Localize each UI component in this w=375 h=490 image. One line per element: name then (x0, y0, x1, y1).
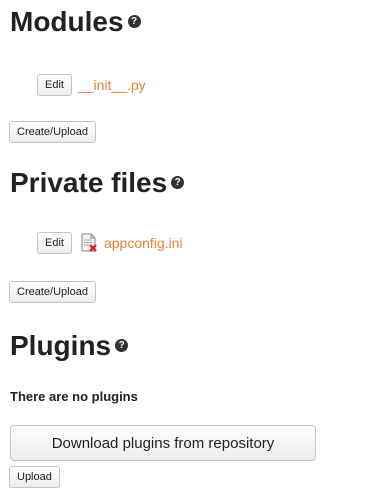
private-file-link[interactable]: appconfig.ini (104, 235, 183, 251)
edit-module-button[interactable]: Edit (37, 74, 72, 96)
document-delete-icon (81, 233, 97, 252)
private-files-heading: Private files? (10, 167, 185, 199)
question-circle-icon[interactable]: ? (127, 15, 141, 29)
no-plugins-text: There are no plugins (10, 389, 138, 404)
plugins-title: Plugins (10, 330, 112, 361)
plugins-heading: Plugins? (10, 330, 129, 362)
modules-heading: Modules? (10, 6, 141, 38)
create-upload-module-button[interactable]: Create/Upload (9, 121, 96, 143)
download-plugins-button[interactable]: Download plugins from repository (10, 425, 316, 461)
module-file-row: Edit __init__.py (37, 73, 146, 97)
question-circle-icon[interactable]: ? (115, 339, 129, 353)
module-file-link[interactable]: __init__.py (78, 77, 146, 93)
modules-title: Modules (10, 6, 124, 37)
private-file-row: Edit appconfig.ini (37, 231, 183, 255)
private-files-title: Private files (10, 167, 168, 198)
edit-private-file-button[interactable]: Edit (37, 232, 72, 254)
create-upload-private-file-button[interactable]: Create/Upload (9, 281, 96, 303)
question-circle-icon[interactable]: ? (171, 176, 185, 190)
upload-plugin-button[interactable]: Upload (9, 466, 60, 488)
